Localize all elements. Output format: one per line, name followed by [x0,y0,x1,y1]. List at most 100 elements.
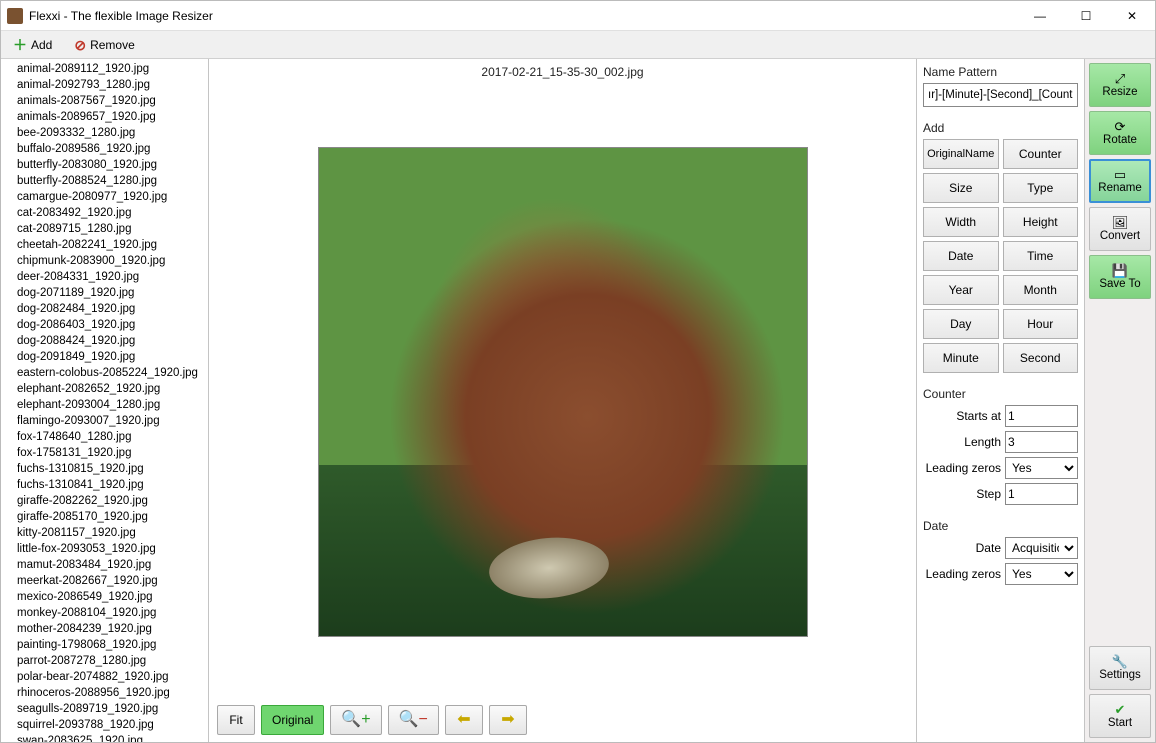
width-button[interactable]: Width [923,207,999,237]
list-item[interactable]: cat-2089715_1280.jpg [1,221,208,237]
year-button[interactable]: Year [923,275,999,305]
length-input[interactable] [1005,431,1078,453]
pattern-buttons-grid: OriginalName Counter Size Type Width Hei… [923,139,1078,373]
name-pattern-input[interactable] [923,83,1078,107]
save-to-action[interactable]: 💾 Save To [1089,255,1151,299]
rotate-action[interactable]: ⟳ Rotate [1089,111,1151,155]
list-item[interactable]: animals-2089657_1920.jpg [1,109,208,125]
date-group-label: Date [923,519,1078,533]
list-item[interactable]: giraffe-2082262_1920.jpg [1,493,208,509]
time-button[interactable]: Time [1003,241,1079,271]
date-select[interactable]: Acquisition [1005,537,1078,559]
prev-image-button[interactable]: ⬅ [445,705,483,735]
list-item[interactable]: fox-1758131_1920.jpg [1,445,208,461]
rename-label: Rename [1098,182,1141,194]
list-item[interactable]: flamingo-2093007_1920.jpg [1,413,208,429]
convert-action[interactable]: 🖼 Convert [1089,207,1151,251]
list-item[interactable]: butterfly-2088524_1280.jpg [1,173,208,189]
list-item[interactable]: cheetah-2082241_1920.jpg [1,237,208,253]
list-item[interactable]: deer-2084331_1920.jpg [1,269,208,285]
list-item[interactable]: dog-2071189_1920.jpg [1,285,208,301]
list-item[interactable]: elephant-2082652_1920.jpg [1,381,208,397]
list-item[interactable]: chipmunk-2083900_1920.jpg [1,253,208,269]
zoom-out-button[interactable]: 🔍− [388,705,439,735]
list-item[interactable]: camargue-2080977_1920.jpg [1,189,208,205]
list-item[interactable]: animal-2092793_1280.jpg [1,77,208,93]
preview-filename: 2017-02-21_15-35-30_002.jpg [209,59,916,85]
hour-button[interactable]: Hour [1003,309,1079,339]
fit-button[interactable]: Fit [217,705,255,735]
list-item[interactable]: squirrel-2093788_1920.jpg [1,717,208,733]
list-item[interactable]: mexico-2086549_1920.jpg [1,589,208,605]
save-icon: 💾 [1112,264,1128,277]
list-item[interactable]: dog-2082484_1920.jpg [1,301,208,317]
remove-label: Remove [90,38,135,52]
originalname-button[interactable]: OriginalName [923,139,999,169]
maximize-button[interactable]: ☐ [1063,1,1109,31]
list-item[interactable]: giraffe-2085170_1920.jpg [1,509,208,525]
remove-button[interactable]: ⊘ Remove [68,34,140,56]
file-list: animal-2089112_1920.jpganimal-2092793_12… [1,59,208,742]
date-group: Date Date Acquisition Leading zeros Yes [923,519,1078,585]
second-button[interactable]: Second [1003,343,1079,373]
preview-body [209,85,916,698]
starts-at-input[interactable] [1005,405,1078,427]
counter-button[interactable]: Counter [1003,139,1079,169]
actions-column: ⤢ Resize ⟳ Rotate ▭ Rename 🖼 Convert 💾 S… [1085,59,1155,742]
list-item[interactable]: dog-2086403_1920.jpg [1,317,208,333]
list-item[interactable]: bee-2093332_1280.jpg [1,125,208,141]
list-item[interactable]: meerkat-2082667_1920.jpg [1,573,208,589]
resize-action[interactable]: ⤢ Resize [1089,63,1151,107]
list-item[interactable]: mother-2084239_1920.jpg [1,621,208,637]
next-image-button[interactable]: ➡ [489,705,527,735]
date-leading-zeros-select[interactable]: Yes [1005,563,1078,585]
list-item[interactable]: parrot-2087278_1280.jpg [1,653,208,669]
list-item[interactable]: buffalo-2089586_1920.jpg [1,141,208,157]
list-item[interactable]: monkey-2088104_1920.jpg [1,605,208,621]
list-item[interactable]: animals-2087567_1920.jpg [1,93,208,109]
list-item[interactable]: kitty-2081157_1920.jpg [1,525,208,541]
zoom-in-button[interactable]: 🔍+ [330,705,381,735]
day-button[interactable]: Day [923,309,999,339]
type-button[interactable]: Type [1003,173,1079,203]
file-toolbar: ＋ Add ⊘ Remove [1,31,1155,59]
zoom-out-icon: 🔍− [399,712,428,728]
minute-button[interactable]: Minute [923,343,999,373]
list-item[interactable]: eastern-colobus-2085224_1920.jpg [1,365,208,381]
rename-action[interactable]: ▭ Rename [1089,159,1151,203]
list-item[interactable]: fox-1748640_1280.jpg [1,429,208,445]
step-input[interactable] [1005,483,1078,505]
list-item[interactable]: fuchs-1310815_1920.jpg [1,461,208,477]
settings-action[interactable]: 🔧 Settings [1089,646,1151,690]
name-pattern-group: Name Pattern [923,65,1078,107]
list-item[interactable]: mamut-2083484_1920.jpg [1,557,208,573]
list-item[interactable]: polar-bear-2074882_1920.jpg [1,669,208,685]
list-item[interactable]: dog-2091849_1920.jpg [1,349,208,365]
list-item[interactable]: seagulls-2089719_1920.jpg [1,701,208,717]
list-item[interactable]: butterfly-2083080_1920.jpg [1,157,208,173]
preview-toolbar: Fit Original 🔍+ 🔍− ⬅ ➡ [209,698,916,742]
list-item[interactable]: painting-1798068_1920.jpg [1,637,208,653]
list-item[interactable]: swan-2083625_1920.jpg [1,733,208,742]
list-item[interactable]: fuchs-1310841_1920.jpg [1,477,208,493]
remove-icon: ⊘ [74,38,86,52]
list-item[interactable]: animal-2089112_1920.jpg [1,61,208,77]
height-button[interactable]: Height [1003,207,1079,237]
list-item[interactable]: cat-2083492_1920.jpg [1,205,208,221]
month-button[interactable]: Month [1003,275,1079,305]
file-list-scroll[interactable]: animal-2089112_1920.jpganimal-2092793_12… [1,59,209,742]
original-button[interactable]: Original [261,705,324,735]
settings-icon: 🔧 [1112,655,1128,668]
minimize-button[interactable]: — [1017,1,1063,31]
size-button[interactable]: Size [923,173,999,203]
counter-leading-zeros-select[interactable]: Yes [1005,457,1078,479]
list-item[interactable]: little-fox-2093053_1920.jpg [1,541,208,557]
counter-leading-zeros-label: Leading zeros [923,461,1001,475]
list-item[interactable]: elephant-2093004_1280.jpg [1,397,208,413]
add-button[interactable]: ＋ Add [7,34,58,56]
list-item[interactable]: rhinoceros-2088956_1920.jpg [1,685,208,701]
list-item[interactable]: dog-2088424_1920.jpg [1,333,208,349]
date-button[interactable]: Date [923,241,999,271]
start-action[interactable]: ✔ Start [1089,694,1151,738]
close-button[interactable]: ✕ [1109,1,1155,31]
